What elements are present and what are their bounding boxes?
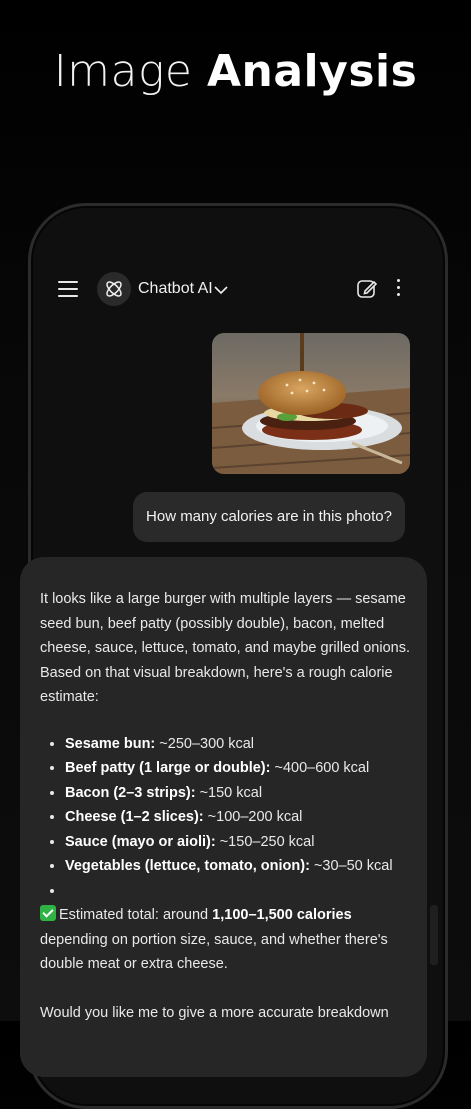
headline-bold: Analysis <box>206 46 418 97</box>
headline: Image Analysis <box>0 46 471 97</box>
estimated-total: Estimated total: around 1,100–1,500 calo… <box>40 905 388 972</box>
bot-logo-icon <box>97 272 131 306</box>
headline-light: Image <box>53 46 193 97</box>
bot-name[interactable]: Chatbot AI <box>138 280 213 298</box>
menu-icon[interactable] <box>58 279 80 299</box>
reply-followup: Would you like me to give a more accurat… <box>40 1004 389 1021</box>
user-message-bubble: How many calories are in this photo? <box>133 492 405 542</box>
list-item <box>65 879 412 904</box>
assistant-reply-card: It looks like a large burger with multip… <box>20 557 427 1077</box>
reply-intro: It looks like a large burger with multip… <box>40 591 410 705</box>
phone-side-button <box>430 905 438 965</box>
list-item: Bacon (2–3 strips): ~150 kcal <box>65 781 412 806</box>
burger-photo[interactable] <box>212 333 410 474</box>
checkmark-icon <box>40 905 56 921</box>
list-item: Sauce (mayo or aioli): ~150–250 kcal <box>65 830 412 855</box>
list-item: Cheese (1–2 slices): ~100–200 kcal <box>65 805 412 830</box>
chevron-down-icon[interactable] <box>213 283 229 301</box>
list-item: Vegetables (lettuce, tomato, onion): ~30… <box>65 854 412 879</box>
calorie-list: Sesame bun: ~250–300 kcal Beef patty (1 … <box>40 732 412 904</box>
more-options-icon[interactable] <box>396 279 402 299</box>
new-chat-icon[interactable] <box>355 277 379 306</box>
list-item: Beef patty (1 large or double): ~400–600… <box>65 756 412 781</box>
list-item: Sesame bun: ~250–300 kcal <box>65 732 412 757</box>
